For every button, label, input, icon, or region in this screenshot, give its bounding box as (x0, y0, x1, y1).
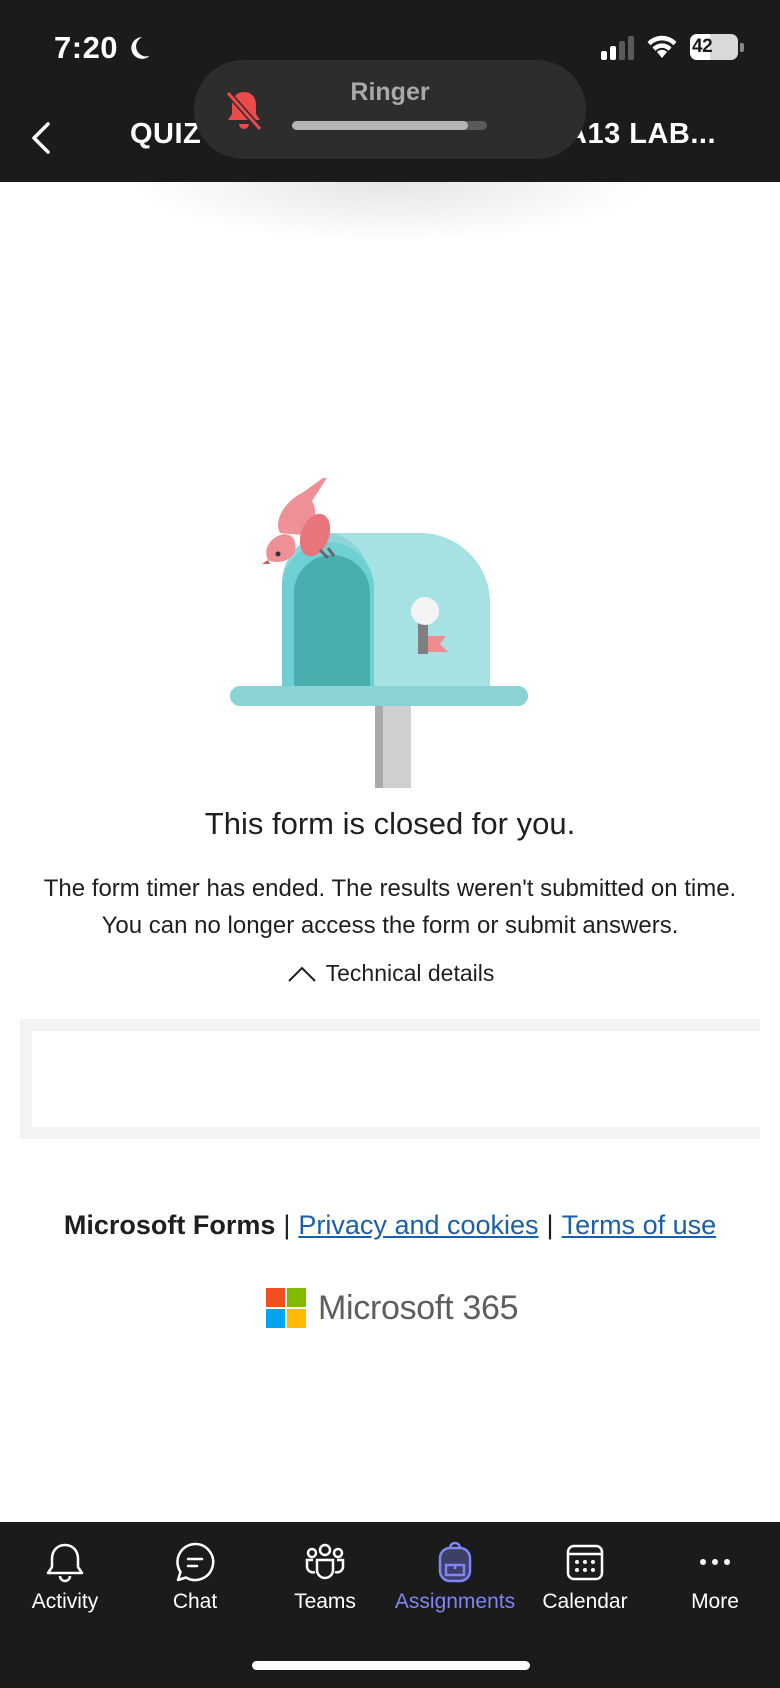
wifi-icon (647, 35, 677, 58)
tab-calendar[interactable]: Calendar (520, 1540, 650, 1614)
footer-separator: | (546, 1210, 554, 1240)
more-icon (700, 1559, 730, 1565)
tab-teams[interactable]: Teams (260, 1540, 390, 1614)
technical-details-panel (20, 1019, 760, 1139)
tab-label: Assignments (394, 1590, 516, 1613)
top-bar: 7:20 42 QUIZ A13 LAB... Ringer (0, 0, 780, 182)
cell-signal-icon (601, 34, 634, 60)
footer-links: Microsoft Forms | Privacy and cookies | Term… (0, 1210, 780, 1241)
tab-label: More (691, 1590, 739, 1613)
time-text: 7:20 (54, 30, 119, 65)
battery-level: 42 (692, 36, 713, 57)
nav-title-continued: A13 LAB... (566, 118, 717, 150)
microsoft-365-text: Microsoft 365 (318, 1288, 519, 1327)
chevron-up-icon (287, 966, 316, 982)
tab-label: Calendar (542, 1590, 628, 1613)
footer-separator: | (283, 1210, 291, 1240)
ringer-overlay: Ringer (194, 60, 586, 159)
tab-label: Activity (31, 1590, 99, 1613)
moon-icon (131, 37, 150, 59)
calendar-icon (566, 1544, 604, 1581)
privacy-link[interactable]: Privacy and cookies (298, 1210, 538, 1240)
tab-label: Chat (172, 1590, 218, 1613)
tab-chat[interactable]: Chat (130, 1540, 260, 1614)
teams-icon (305, 1543, 345, 1580)
battery-icon: 42 (690, 34, 738, 60)
microsoft-logo-icon (266, 1288, 306, 1328)
tab-label: Teams (294, 1590, 356, 1613)
footer-brand: Microsoft Forms (63, 1210, 276, 1240)
tab-assignments[interactable]: Assignments (390, 1540, 520, 1614)
tab-activity[interactable]: Activity (0, 1540, 130, 1614)
ringer-level-bar (292, 121, 487, 130)
status-icons: 42 (601, 34, 744, 60)
form-closed-description: The form timer has ended. The results we… (43, 875, 737, 939)
technical-details-label: Technical details (325, 960, 495, 986)
mailbox-illustration (230, 478, 528, 788)
back-chevron-icon[interactable] (24, 118, 60, 158)
terms-link[interactable]: Terms of use (562, 1210, 717, 1240)
bell-icon (46, 1543, 84, 1583)
bottom-tab-bar: Activity Chat Teams Assignments Calendar… (0, 1522, 780, 1688)
backpack-icon (438, 1541, 472, 1583)
header-shadow (0, 182, 780, 272)
tab-more[interactable]: More (650, 1540, 780, 1614)
nav-title: QUIZ (130, 118, 202, 150)
technical-details-toggle[interactable]: Technical details (0, 960, 780, 987)
chat-icon (176, 1542, 215, 1582)
form-closed-title: This form is closed for you. (204, 806, 576, 841)
ringer-label: Ringer (350, 78, 430, 106)
status-time: 7:20 (54, 30, 152, 66)
microsoft-365-logo: Microsoft 365 (266, 1288, 518, 1328)
home-indicator (252, 1661, 530, 1670)
